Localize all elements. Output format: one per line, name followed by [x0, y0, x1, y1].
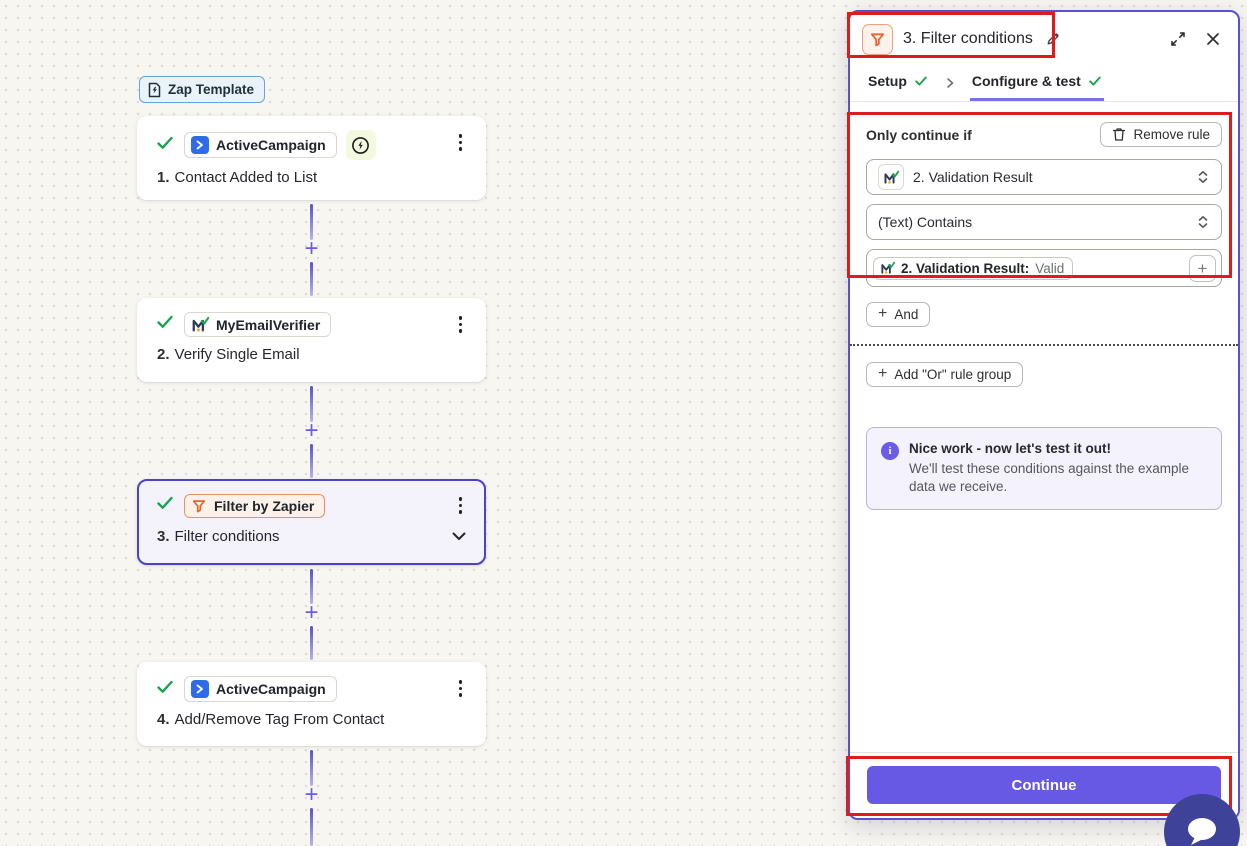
connector-line [310, 262, 313, 296]
chip-label: 2. Validation Result: [901, 260, 1030, 276]
zap-editor-canvas: Zap Template + + + + ActiveCampaign 1. C… [0, 0, 1247, 846]
app-pill-label: ActiveCampaign [216, 137, 326, 153]
filter-funnel-icon [862, 23, 893, 55]
step-success-check-icon [155, 133, 175, 158]
only-continue-if-label: Only continue if [866, 126, 972, 143]
connector-line [310, 626, 313, 660]
panel-content: Only continue if Remove rule 2. Validati… [850, 104, 1238, 752]
step-menu-kebab-icon[interactable] [453, 312, 469, 337]
app-pill-activecampaign: ActiveCampaign [184, 132, 337, 158]
remove-rule-label: Remove rule [1133, 127, 1210, 142]
connector-line [310, 808, 313, 846]
callout-body: We'll test these conditions against the … [909, 461, 1189, 495]
step-card-1-trigger[interactable]: ActiveCampaign 1. Contact Added to List [137, 116, 486, 200]
plus-icon: + [878, 305, 888, 322]
callout-title: Nice work - now let's test it out! [909, 441, 1111, 456]
value-input-row[interactable]: 2. Validation Result: Valid + [866, 249, 1222, 287]
tab-check-icon [915, 76, 927, 86]
info-icon: i [881, 442, 899, 460]
zap-template-label: Zap Template [168, 82, 255, 97]
myemailverifier-icon [191, 316, 209, 333]
app-pill-filter-by-zapier: Filter by Zapier [184, 493, 326, 518]
panel-tabs: Setup Configure & test [850, 64, 1238, 102]
file-bolt-icon [147, 82, 162, 98]
panel-title: 3. Filter conditions [903, 30, 1033, 47]
step-menu-kebab-icon[interactable] [453, 493, 469, 518]
app-pill-activecampaign: ActiveCampaign [184, 676, 337, 702]
or-button-label: Add "Or" rule group [894, 367, 1012, 382]
step-number: 2. [157, 346, 170, 363]
app-pill-myemailverifier: MyEmailVerifier [184, 312, 332, 337]
step-success-check-icon [155, 493, 175, 518]
step-number: 3. [157, 527, 170, 545]
tab-label: Configure & test [971, 73, 1081, 89]
plus-icon: + [878, 365, 888, 382]
add-or-rule-group-button[interactable]: + Add "Or" rule group [866, 362, 1024, 387]
funnel-icon [191, 498, 207, 514]
step-title: Filter conditions [174, 527, 280, 545]
app-pill-label: Filter by Zapier [214, 497, 315, 514]
chat-bubble-icon [1188, 818, 1216, 845]
remove-rule-button[interactable]: Remove rule [1100, 122, 1222, 147]
close-icon[interactable] [1204, 30, 1222, 48]
step-number: 4. [157, 711, 170, 728]
add-and-condition-button[interactable]: + And [866, 302, 931, 327]
test-hint-callout: i Nice work - now let's test it out! We'… [866, 427, 1222, 511]
myemailverifier-icon [878, 164, 904, 190]
panel-header: 3. Filter conditions [850, 12, 1238, 64]
unfold-icon [1196, 169, 1210, 185]
step-number: 1. [157, 169, 170, 186]
step-config-panel: 3. Filter conditions Setup Configure & t… [848, 10, 1240, 820]
activecampaign-icon [191, 136, 209, 154]
trash-icon [1113, 128, 1126, 141]
insert-data-plus-button[interactable]: + [1189, 254, 1216, 282]
chevron-right-icon [944, 64, 956, 101]
continue-button[interactable]: Continue [867, 766, 1221, 804]
step-title: Add/Remove Tag From Contact [174, 711, 385, 728]
tab-check-icon [1089, 76, 1101, 86]
app-pill-label: ActiveCampaign [216, 681, 326, 697]
add-step-button-1[interactable]: + [302, 237, 321, 261]
field-select-value: 2. Validation Result [913, 169, 1033, 185]
step-menu-kebab-icon[interactable] [453, 130, 469, 155]
operator-select-value: (Text) Contains [878, 214, 973, 230]
operator-select[interactable]: (Text) Contains [866, 204, 1222, 240]
tab-setup[interactable]: Setup [866, 64, 930, 101]
add-step-button-3[interactable]: + [302, 601, 321, 625]
add-step-button-4[interactable]: + [302, 783, 321, 807]
and-button-label: And [894, 307, 919, 322]
pencil-icon[interactable] [1043, 29, 1063, 49]
activecampaign-icon [191, 680, 209, 698]
step-title: Verify Single Email [174, 346, 300, 363]
unfold-icon [1196, 214, 1210, 230]
step-menu-kebab-icon[interactable] [453, 676, 469, 701]
step-card-4[interactable]: ActiveCampaign 4. Add/Remove Tag From Co… [137, 662, 486, 746]
myemailverifier-icon [881, 261, 895, 274]
field-select[interactable]: 2. Validation Result [866, 159, 1222, 195]
connector-line [310, 444, 313, 478]
step-success-check-icon [155, 677, 175, 702]
tab-label: Setup [868, 73, 907, 89]
expand-icon[interactable] [1168, 29, 1188, 49]
step-card-3-filter-selected[interactable]: Filter by Zapier 3. Filter conditions [137, 479, 486, 565]
tab-configure-and-test[interactable]: Configure & test [969, 64, 1104, 101]
instant-trigger-icon [345, 130, 376, 160]
zap-template-badge: Zap Template [139, 76, 266, 103]
app-pill-label: MyEmailVerifier [216, 316, 321, 333]
step-success-check-icon [155, 312, 175, 337]
add-step-button-2[interactable]: + [302, 419, 321, 443]
chip-value: Valid [1035, 260, 1065, 276]
or-group-divider [850, 344, 1238, 346]
step-title: Contact Added to List [174, 169, 318, 186]
chevron-down-icon[interactable] [450, 527, 468, 545]
step-card-2[interactable]: MyEmailVerifier 2. Verify Single Email [137, 298, 486, 382]
mapped-value-chip[interactable]: 2. Validation Result: Valid [873, 256, 1074, 280]
